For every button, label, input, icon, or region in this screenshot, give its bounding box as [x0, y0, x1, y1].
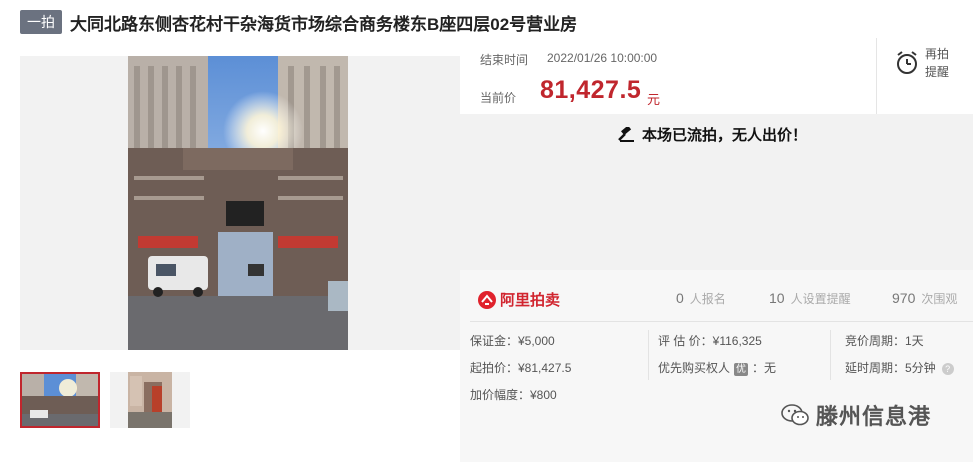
help-icon[interactable]: ? — [941, 363, 954, 375]
end-time-value: 2022/01/26 10:00:00 — [547, 51, 658, 65]
divider — [470, 321, 973, 322]
auction-status-panel: 本场已流拍，无人出价！ — [460, 114, 973, 270]
divider — [830, 330, 831, 380]
title-bar: 一拍 大同北路东侧杏花村干杂海货市场综合商务楼东B座四层02号营业房 — [20, 9, 577, 35]
alarm-clock-icon — [897, 51, 917, 74]
stat-reminders: 10 人设置提醒 — [769, 290, 851, 306]
main-image-viewer[interactable] — [20, 56, 478, 405]
stat-registered: 0 人报名 — [676, 290, 726, 306]
thumbnail-1[interactable] — [20, 372, 100, 428]
end-time-label: 结束时间 — [480, 53, 529, 67]
status-text: 本场已流拍，无人出价！ — [642, 127, 808, 144]
alibaba-auction-icon — [478, 290, 496, 309]
priority-badge: 优 — [734, 363, 749, 376]
platform-name: 阿里拍卖 — [500, 292, 561, 309]
priority-buyer: 优先购买权人优：无 — [658, 361, 777, 376]
remind-label: 再拍提醒 — [925, 47, 950, 79]
gavel-icon — [618, 126, 634, 142]
watermark-text: 滕州信息港 — [816, 404, 932, 429]
divider — [648, 330, 649, 380]
page-title: 大同北路东侧杏花村干杂海货市场综合商务楼东B座四层02号营业房 — [70, 14, 578, 34]
thumbnail-2[interactable] — [110, 372, 190, 428]
current-price-unit: 元 — [647, 92, 661, 107]
delay-period: 延时周期：5分钟? — [845, 359, 954, 376]
auction-round-badge: 一拍 — [20, 10, 62, 34]
increment-value: 加价幅度：¥800 — [470, 388, 557, 402]
current-price-label: 当前价 — [480, 91, 517, 105]
current-price-value: 81,427.5 — [540, 76, 642, 104]
deposit-value: 保证金：¥5,000 — [470, 334, 555, 348]
property-photo — [128, 56, 348, 350]
auction-details: 阿里拍卖 0 人报名 10 人设置提醒 970 次围观 保证金：¥5,000 起… — [460, 270, 973, 462]
remind-button[interactable]: 再拍提醒 — [876, 38, 973, 114]
bid-period-value: 竞价周期：1天 — [845, 334, 924, 348]
auction-info: 结束时间 2022/01/26 10:00:00 当前价 81,427.5 元 … — [460, 38, 973, 114]
watermark: 滕州信息港 — [780, 399, 931, 431]
stat-views: 970 次围观 — [892, 290, 958, 306]
appraisal-value: 评 估 价：¥116,325 — [658, 334, 762, 348]
start-price-value: 起拍价：¥81,427.5 — [470, 361, 572, 375]
wechat-icon — [781, 404, 809, 426]
platform-logo: 阿里拍卖 — [478, 289, 560, 310]
